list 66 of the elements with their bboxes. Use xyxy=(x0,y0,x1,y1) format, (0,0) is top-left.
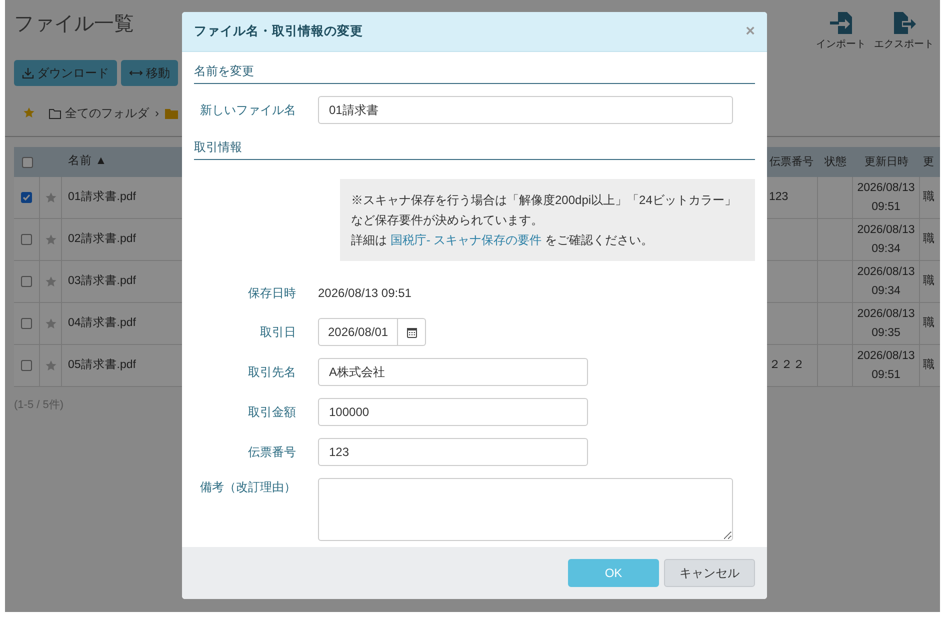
table-cell: 123 xyxy=(765,177,818,219)
checkbox[interactable] xyxy=(21,234,32,245)
table-cell: 2026/08/13 09:35 xyxy=(853,303,920,345)
table-cell: 職 xyxy=(920,261,940,303)
table-cell: 2026/08/13 09:51 xyxy=(853,177,920,219)
column-header[interactable]: 更 xyxy=(920,147,940,177)
table-cell xyxy=(818,177,853,219)
field-label: 伝票番号 xyxy=(247,444,297,461)
calendar-button[interactable] xyxy=(398,318,426,346)
table-cell: 職 xyxy=(920,219,940,261)
star-icon[interactable] xyxy=(44,360,56,372)
star-icon xyxy=(23,107,35,119)
table-cell: 2026/08/13 09:34 xyxy=(853,219,920,261)
table-cell: 2026/08/13 09:34 xyxy=(853,261,920,303)
import-button[interactable]: インポート xyxy=(814,10,868,52)
field-label: 取引金額 xyxy=(247,404,297,421)
date-field[interactable]: 2026/08/01 xyxy=(318,318,398,346)
requirements-link[interactable]: 国税庁- スキャナ保存の要件 xyxy=(390,233,542,247)
table-cell: 職 xyxy=(920,177,940,219)
double-arrow-icon xyxy=(129,68,143,78)
star-icon[interactable] xyxy=(44,318,56,330)
column-header[interactable]: 伝票番号 xyxy=(765,147,818,177)
calendar-icon xyxy=(406,326,416,338)
close-button[interactable]: × xyxy=(746,24,755,40)
star-icon[interactable] xyxy=(44,192,56,204)
checkbox[interactable] xyxy=(21,192,32,203)
section-heading: 名前を変更 xyxy=(194,62,755,84)
checkbox[interactable] xyxy=(21,276,32,287)
dialog-title: ファイル名・取引情報の変更 xyxy=(194,23,363,40)
checkbox[interactable] xyxy=(22,156,32,168)
field-label: 保存日時 xyxy=(247,285,297,302)
download-icon xyxy=(22,67,34,79)
folder-icon xyxy=(165,108,178,118)
field-label: 備考（改訂理由） xyxy=(199,479,297,496)
field-label: 取引先名 xyxy=(247,364,297,381)
file-name-field[interactable]: 01請求書 xyxy=(318,96,733,124)
field-label: 取引日 xyxy=(259,324,297,341)
table-cell: 2026/08/13 09:51 xyxy=(853,345,920,387)
table-cell: 職 xyxy=(920,303,940,345)
folder-icon xyxy=(49,108,62,118)
notice-text: ※スキャナ保存を行う場合は「解像度200dpi以上」「24ビットカラー」など保存要件が決められています。 xyxy=(351,192,738,229)
download-button[interactable]: ダウンロード xyxy=(14,60,117,86)
checkbox[interactable] xyxy=(21,318,32,329)
checkbox[interactable] xyxy=(21,360,32,371)
document-arrow-in-icon xyxy=(828,10,854,36)
export-button[interactable]: エクスポート xyxy=(872,10,936,52)
document-arrow-out-icon xyxy=(891,10,917,36)
text-field[interactable]: 100000 xyxy=(318,398,588,426)
column-header[interactable]: 更新日時 xyxy=(853,147,920,177)
star-icon[interactable] xyxy=(44,234,56,246)
remarks-field[interactable] xyxy=(318,478,733,541)
notice-text: 詳細は 国税庁- スキャナ保存の要件 をご確認ください。 xyxy=(351,232,654,249)
cancel-button[interactable]: キャンセル xyxy=(664,559,755,587)
column-header[interactable]: 状態 xyxy=(818,147,853,177)
text-field[interactable]: 123 xyxy=(318,438,588,466)
star-icon[interactable] xyxy=(44,276,56,288)
field-label: 新しいファイル名 xyxy=(199,102,297,119)
text-field[interactable]: A株式会社 xyxy=(318,358,588,386)
folder-link[interactable]: 全てのフォルダ xyxy=(65,104,149,122)
move-button[interactable]: 移動 xyxy=(121,60,178,86)
page-title: ファイル一覧 xyxy=(14,12,134,37)
table-cell: 職 xyxy=(920,345,940,387)
saved-date: 2026/08/13 09:51 xyxy=(318,285,412,302)
table-cell: ２２２ xyxy=(765,345,818,387)
section-heading: 取引情報 xyxy=(194,138,755,160)
breadcrumb-separator: › xyxy=(155,105,159,122)
